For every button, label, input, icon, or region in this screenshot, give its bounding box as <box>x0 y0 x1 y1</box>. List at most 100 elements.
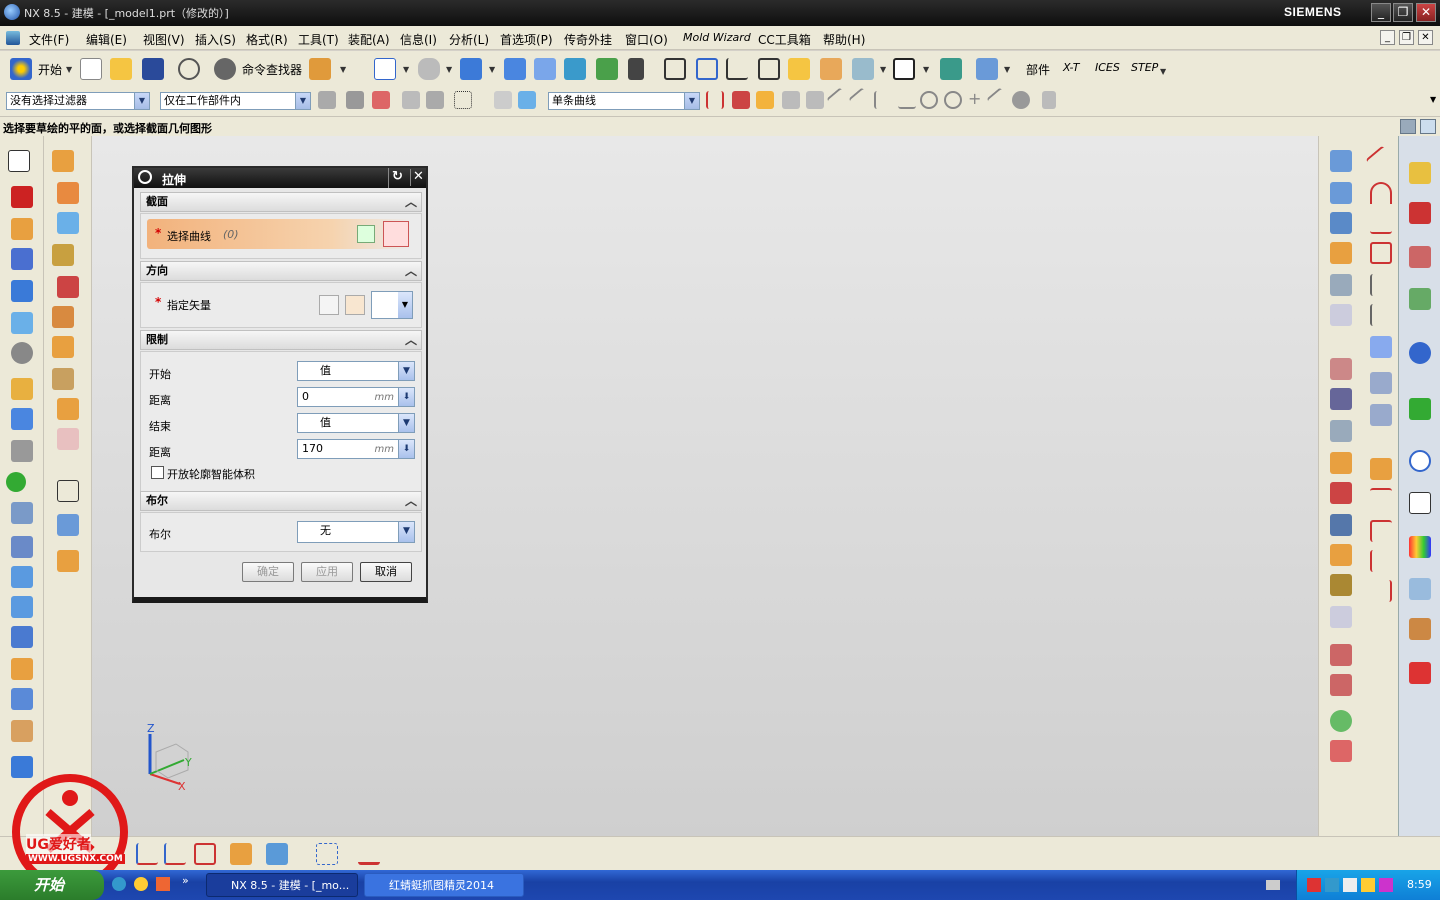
roles-icon[interactable] <box>1409 618 1431 640</box>
studio-surface-icon[interactable] <box>1330 358 1352 380</box>
maximize-graphics-icon[interactable] <box>1420 119 1436 134</box>
law-extension-icon[interactable] <box>1330 482 1352 504</box>
datum-axis-icon[interactable] <box>726 58 748 80</box>
shell-icon[interactable] <box>11 720 33 742</box>
curve-length-icon[interactable] <box>1370 580 1392 602</box>
extrude-icon[interactable] <box>11 186 33 208</box>
menu-tools[interactable]: 工具(T) <box>298 31 339 48</box>
arrow-right-icon[interactable] <box>756 91 774 109</box>
replace-face-icon[interactable] <box>52 336 74 358</box>
snap-icon[interactable] <box>346 91 364 109</box>
mdi-minimize-button[interactable]: _ <box>1380 30 1395 45</box>
iso-view-icon[interactable] <box>504 58 526 80</box>
block-icon[interactable] <box>11 280 33 302</box>
apply-button[interactable]: 应用 <box>301 562 353 582</box>
tray-icon-network[interactable] <box>1325 878 1339 892</box>
move-object-icon[interactable] <box>628 58 644 80</box>
face-select-icon[interactable] <box>518 91 536 109</box>
system-scenes-icon[interactable] <box>1409 662 1431 684</box>
collapse-icon[interactable]: ︿ <box>405 193 417 211</box>
end-distance-input[interactable]: 170 mm ⬇ <box>297 439 415 459</box>
redo-icon[interactable] <box>178 58 200 80</box>
section-surface-icon[interactable] <box>1330 740 1352 762</box>
n-sided-surface-icon[interactable] <box>1330 242 1352 264</box>
reset-icon[interactable]: ↻ <box>392 169 403 184</box>
menu-assembly[interactable]: 装配(A) <box>348 31 390 48</box>
boss-icon[interactable] <box>11 378 33 400</box>
cancel-button[interactable]: 取消 <box>360 562 412 582</box>
mdi-restore-button[interactable]: ❐ <box>1399 30 1414 45</box>
history-icon[interactable] <box>1409 398 1431 420</box>
direction-group-header[interactable]: 方向 ︿ <box>140 261 422 281</box>
part-label[interactable]: 部件 <box>1026 61 1050 78</box>
quicklaunch-more-icon[interactable]: » <box>182 874 189 887</box>
highlight-icon[interactable] <box>426 91 444 109</box>
cylinder-icon[interactable] <box>11 312 33 334</box>
wcs-rotate-icon[interactable] <box>164 843 186 865</box>
rectangle-select-icon[interactable] <box>454 91 472 109</box>
divide-curve-icon[interactable] <box>1370 550 1392 572</box>
palette-icon[interactable] <box>1409 536 1431 558</box>
menu-information[interactable]: 信息(I) <box>400 31 437 48</box>
menu-legend-plugin[interactable]: 传奇外挂 <box>564 31 612 48</box>
binoculars-icon[interactable] <box>214 58 236 80</box>
groove-icon[interactable] <box>11 566 33 588</box>
assembly-navigator-icon[interactable] <box>1409 162 1431 184</box>
open-profile-checkbox[interactable] <box>151 466 164 479</box>
arc-center-icon[interactable] <box>920 91 938 109</box>
vector-dialog-icon[interactable] <box>345 295 365 315</box>
menu-cc-toolbox[interactable]: CC工具箱 <box>758 31 811 48</box>
toolbar-options-icon[interactable] <box>309 58 331 80</box>
gear-icon[interactable] <box>138 170 152 184</box>
x-form-icon[interactable] <box>1330 674 1352 696</box>
spline-icon[interactable] <box>1370 274 1392 296</box>
point-on-surface-icon[interactable] <box>1012 91 1030 109</box>
curve-rule-select[interactable]: 单条曲线 ▼ <box>548 92 700 110</box>
part-navigator-icon[interactable] <box>1409 246 1431 268</box>
wireframe-cube-icon[interactable] <box>696 58 718 80</box>
expression-icon[interactable] <box>57 550 79 572</box>
stop-at-intersection-icon[interactable] <box>706 91 724 109</box>
menu-insert[interactable]: 插入(S) <box>195 31 236 48</box>
sphere-icon[interactable] <box>11 342 33 364</box>
menu-view[interactable]: 视图(V) <box>143 31 185 48</box>
command-finder-label[interactable]: 命令查找器 <box>242 61 302 78</box>
collapse-icon[interactable]: ︿ <box>405 262 417 280</box>
datum-plane-icon[interactable] <box>52 150 74 172</box>
through-curves-icon[interactable] <box>1330 150 1352 172</box>
clock-icon[interactable] <box>1409 450 1431 472</box>
restore-button[interactable]: ❐ <box>1393 3 1413 22</box>
midpoint-icon[interactable] <box>848 87 874 113</box>
pad-icon[interactable] <box>11 408 33 430</box>
follow-fillet-icon[interactable] <box>732 91 750 109</box>
unite-icon[interactable] <box>57 182 79 204</box>
boolean-group-header[interactable]: 布尔 ︿ <box>140 491 422 511</box>
stack-icon[interactable] <box>11 502 33 524</box>
existing-point-icon[interactable]: + <box>968 89 981 108</box>
start-label[interactable]: 开始 <box>38 61 62 78</box>
text-icon[interactable] <box>1370 336 1392 358</box>
xt-export-button[interactable]: X-T <box>1063 61 1079 74</box>
minimize-button[interactable]: _ <box>1371 3 1391 22</box>
wcs-dynamics-icon[interactable] <box>194 843 216 865</box>
intersection-icon[interactable] <box>898 91 916 109</box>
task-nx[interactable]: NX 8.5 - 建模 - [_mo... <box>206 873 358 897</box>
media-icon[interactable] <box>156 877 170 891</box>
body-select-icon[interactable] <box>494 91 512 109</box>
join-curve-icon[interactable] <box>1370 488 1392 510</box>
face-icon[interactable] <box>758 58 780 80</box>
slot-icon[interactable] <box>11 536 33 558</box>
dialog-close-icon[interactable]: ✕ <box>410 169 426 186</box>
selection-bar-options-icon[interactable] <box>1042 91 1056 109</box>
trim-curve-icon[interactable] <box>1370 520 1392 542</box>
swept-icon[interactable] <box>1330 212 1352 234</box>
folder-icon[interactable] <box>788 58 810 80</box>
step-export-button[interactable]: STEP <box>1131 61 1158 74</box>
system-materials-icon[interactable] <box>1409 492 1431 514</box>
save-icon[interactable] <box>142 58 164 80</box>
shaded-cube-icon[interactable] <box>460 58 482 80</box>
menu-mold-wizard[interactable]: Mold Wizard <box>683 31 751 44</box>
type-filter-select[interactable]: 没有选择过滤器 ▼ <box>6 92 150 110</box>
point-icon[interactable] <box>1370 212 1392 234</box>
curve-selector-icon[interactable] <box>383 221 409 247</box>
